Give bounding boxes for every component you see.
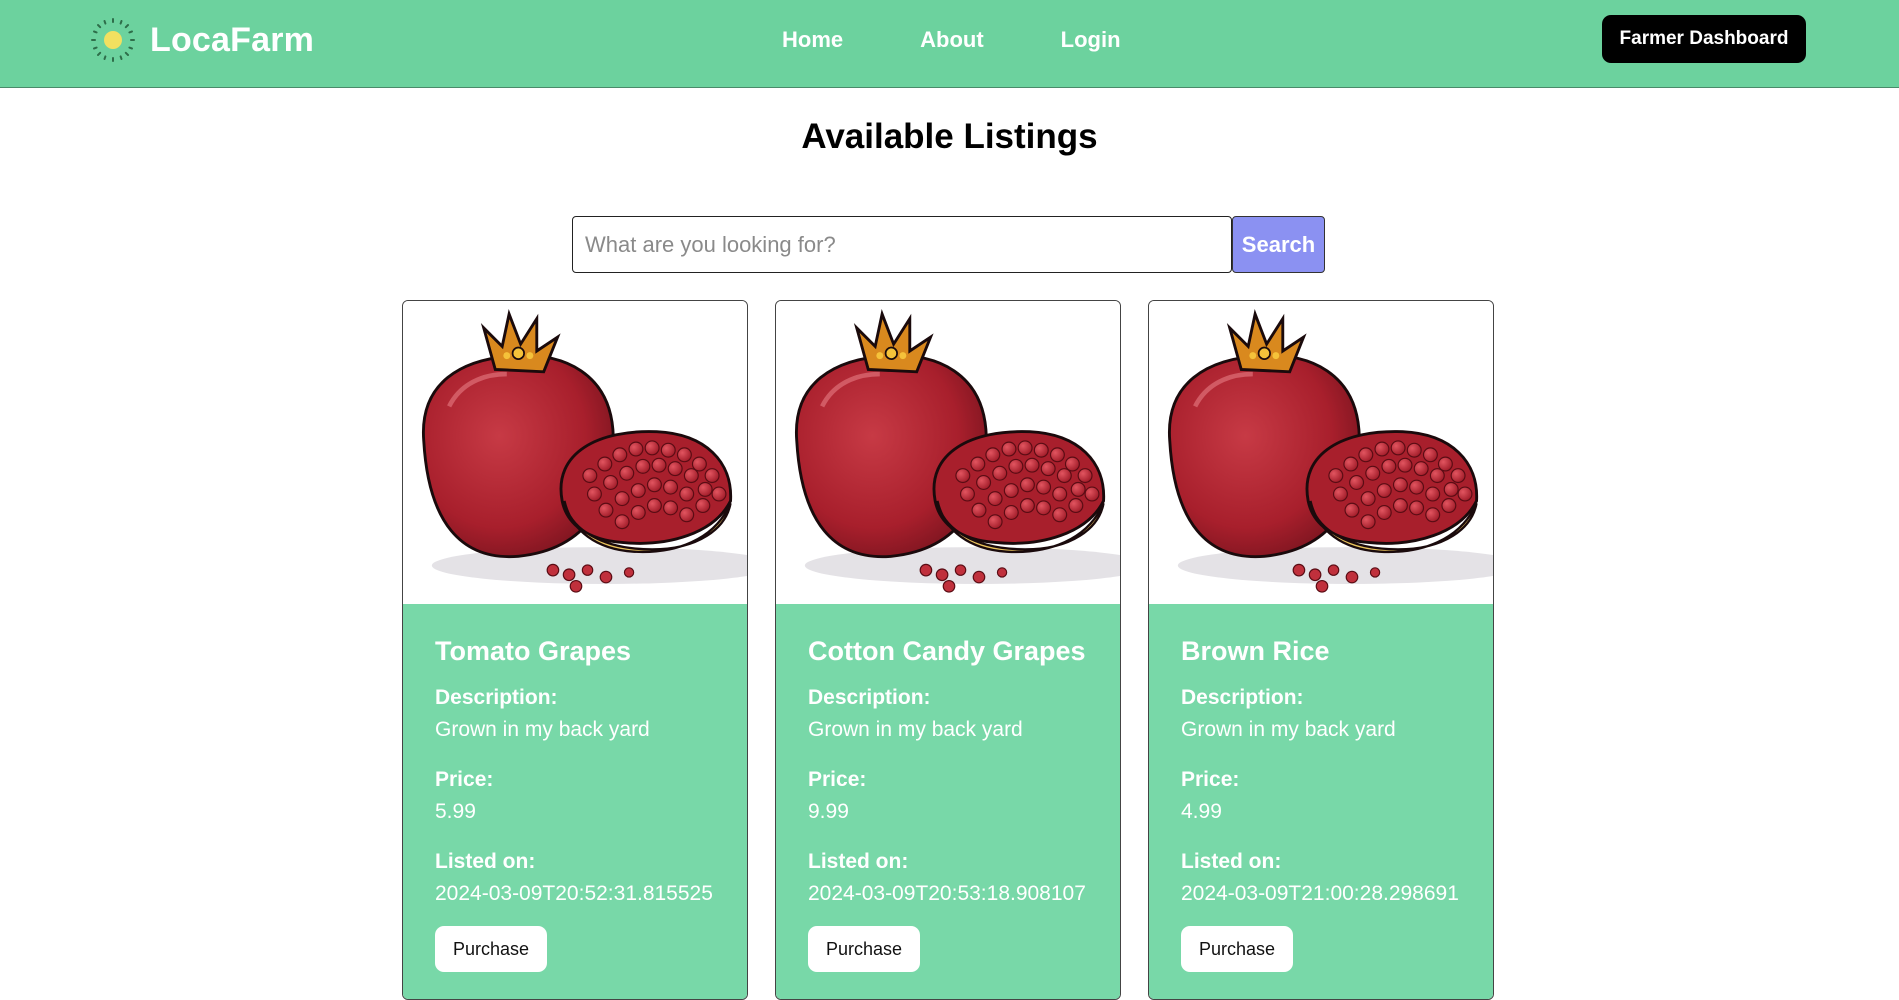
- nav-link-about[interactable]: About: [920, 27, 984, 53]
- listing-image: [776, 301, 1120, 604]
- purchase-button[interactable]: Purchase: [808, 926, 920, 972]
- listing-title: Tomato Grapes: [435, 636, 632, 666]
- listing-image: [403, 301, 747, 604]
- listing-title: Cotton Candy Grapes: [808, 636, 1086, 666]
- pomegranate-image: [1149, 301, 1494, 604]
- description-label: Description:: [435, 686, 558, 709]
- brand-name: LocaFarm: [150, 20, 315, 59]
- nav-link-home[interactable]: Home: [782, 27, 843, 53]
- listing-card: Tomato Grapes Description: Grown in my b…: [402, 300, 748, 1000]
- listings-grid: Tomato Grapes Description: Grown in my b…: [402, 300, 1496, 1000]
- listed-on-label: Listed on:: [435, 850, 536, 873]
- description-value: Grown in my back yard: [435, 718, 650, 741]
- price-value: 4.99: [1181, 800, 1222, 823]
- listed-on-value: 2024-03-09T21:00:28.298691: [1181, 882, 1459, 905]
- listing-image: [1149, 301, 1493, 604]
- top-navbar: LocaFarm Home About Login Farmer Dashboa…: [0, 0, 1899, 88]
- search-input[interactable]: [572, 216, 1232, 273]
- purchase-button[interactable]: Purchase: [435, 926, 547, 972]
- purchase-button[interactable]: Purchase: [1181, 926, 1293, 972]
- listing-title: Brown Rice: [1181, 636, 1330, 666]
- price-label: Price:: [435, 768, 494, 791]
- listed-on-label: Listed on:: [808, 850, 909, 873]
- search-button[interactable]: Search: [1232, 216, 1325, 273]
- price-label: Price:: [1181, 768, 1240, 791]
- price-label: Price:: [808, 768, 867, 791]
- price-value: 9.99: [808, 800, 849, 823]
- farmer-dashboard-button[interactable]: Farmer Dashboard: [1602, 15, 1806, 63]
- listed-on-value: 2024-03-09T20:53:18.908107: [808, 882, 1086, 905]
- description-value: Grown in my back yard: [1181, 718, 1396, 741]
- search-bar: Search: [572, 216, 1325, 273]
- price-value: 5.99: [435, 800, 476, 823]
- nav-links: Home About Login: [782, 24, 1121, 56]
- page-title: Available Listings: [801, 117, 1098, 156]
- brand[interactable]: LocaFarm: [90, 17, 314, 63]
- description-label: Description:: [1181, 686, 1304, 709]
- description-label: Description:: [808, 686, 931, 709]
- sun-icon: [91, 18, 135, 62]
- pomegranate-image: [403, 301, 748, 604]
- nav-link-login[interactable]: Login: [1061, 27, 1121, 53]
- pomegranate-image: [776, 301, 1121, 604]
- listed-on-label: Listed on:: [1181, 850, 1282, 873]
- listing-card: Cotton Candy Grapes Description: Grown i…: [775, 300, 1121, 1000]
- listing-card: Brown Rice Description: Grown in my back…: [1148, 300, 1494, 1000]
- description-value: Grown in my back yard: [808, 718, 1023, 741]
- listed-on-value: 2024-03-09T20:52:31.815525: [435, 882, 713, 905]
